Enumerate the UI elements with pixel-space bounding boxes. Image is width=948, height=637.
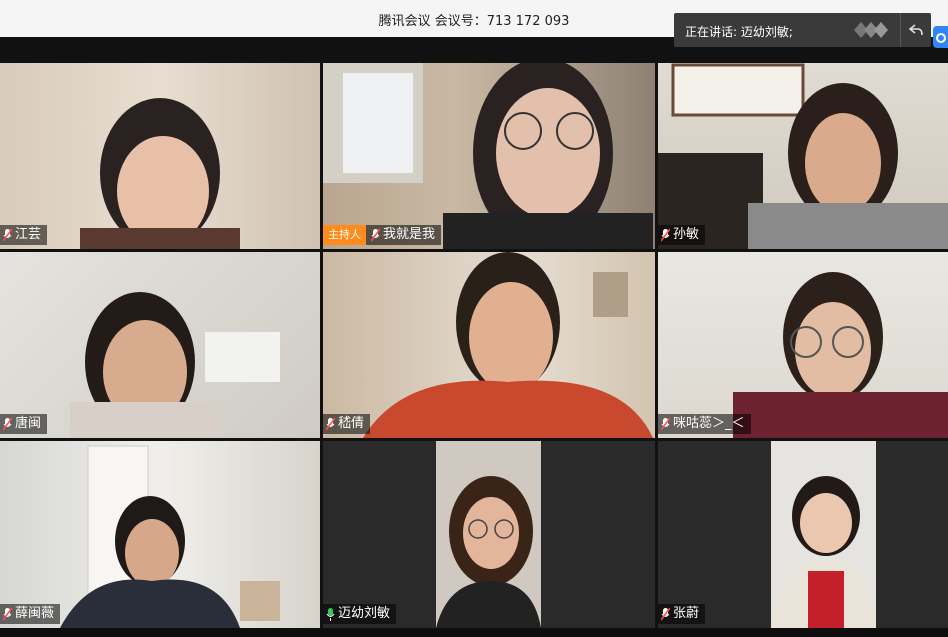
mic-muted-icon xyxy=(3,228,12,242)
mic-muted-icon xyxy=(3,417,12,431)
collapse-button[interactable] xyxy=(900,13,931,47)
participant-name: 薛闽薇 xyxy=(15,606,55,621)
participant-name: 张蔚 xyxy=(673,606,700,621)
participant-label: 主持人 我就是我 xyxy=(323,225,442,245)
participant-name: 迈幼刘敏 xyxy=(338,606,391,621)
participant-video xyxy=(323,63,653,249)
video-tile[interactable]: 嵇倩 xyxy=(323,252,655,438)
participant-name: 唐闽 xyxy=(15,416,42,431)
mic-muted-icon xyxy=(661,607,670,621)
participant-label: 孙敏 xyxy=(658,225,706,245)
reply-icon xyxy=(909,24,923,36)
link-button[interactable] xyxy=(933,26,948,48)
video-tile[interactable]: 孙敏 xyxy=(658,63,948,249)
speaking-text: 正在讲话: 迈幼刘敏; xyxy=(685,25,793,39)
participant-label: 迈幼刘敏 xyxy=(323,604,397,624)
participant-label: 咪咕蕊＞_＜ xyxy=(658,414,751,434)
participant-video xyxy=(658,63,948,249)
participant-video xyxy=(436,441,541,628)
participant-name: 我就是我 xyxy=(383,227,436,242)
bottom-bar xyxy=(0,628,948,637)
participant-video xyxy=(60,445,280,628)
participant-name: 江芸 xyxy=(15,227,42,242)
video-tile[interactable]: 咪咕蕊＞_＜ xyxy=(658,252,948,438)
participant-video xyxy=(733,272,948,438)
video-tile[interactable]: 主持人 我就是我 xyxy=(323,63,655,249)
audio-wave-icon xyxy=(854,22,888,38)
video-tile[interactable]: 江芸 xyxy=(0,63,320,249)
video-tile[interactable]: 迈幼刘敏 xyxy=(323,441,655,628)
participant-video xyxy=(70,292,280,438)
mic-muted-icon xyxy=(661,228,670,242)
speaking-indicator: 正在讲话: 迈幼刘敏; xyxy=(674,13,931,47)
video-tile[interactable]: 唐闽 xyxy=(0,252,320,438)
participant-video xyxy=(363,252,653,438)
mic-muted-icon xyxy=(3,607,12,621)
participant-label: 嵇倩 xyxy=(323,414,371,434)
participant-label: 江芸 xyxy=(0,225,48,245)
participant-name: 嵇倩 xyxy=(338,416,365,431)
mic-muted-icon xyxy=(326,417,335,431)
participant-video xyxy=(771,441,876,628)
participant-video xyxy=(80,98,240,249)
host-badge: 主持人 xyxy=(323,225,366,245)
link-icon xyxy=(936,33,946,43)
participant-label: 张蔚 xyxy=(658,604,706,624)
mic-muted-icon xyxy=(371,228,380,242)
mic-muted-icon xyxy=(661,417,670,431)
participant-label: 唐闽 xyxy=(0,414,48,434)
participant-name: 咪咕蕊＞_＜ xyxy=(673,416,745,431)
mic-speaking-icon xyxy=(326,608,335,621)
participant-label: 薛闽薇 xyxy=(0,604,61,624)
video-tile[interactable]: 张蔚 xyxy=(658,441,948,628)
video-tile[interactable]: 薛闽薇 xyxy=(0,441,320,628)
video-grid: 江芸 主持人 我就是我 孙敏 唐闽 嵇倩 咪咕蕊＞_＜ 薛闽薇 迈幼刘敏 张蔚 xyxy=(0,63,948,628)
participant-name: 孙敏 xyxy=(673,227,700,242)
